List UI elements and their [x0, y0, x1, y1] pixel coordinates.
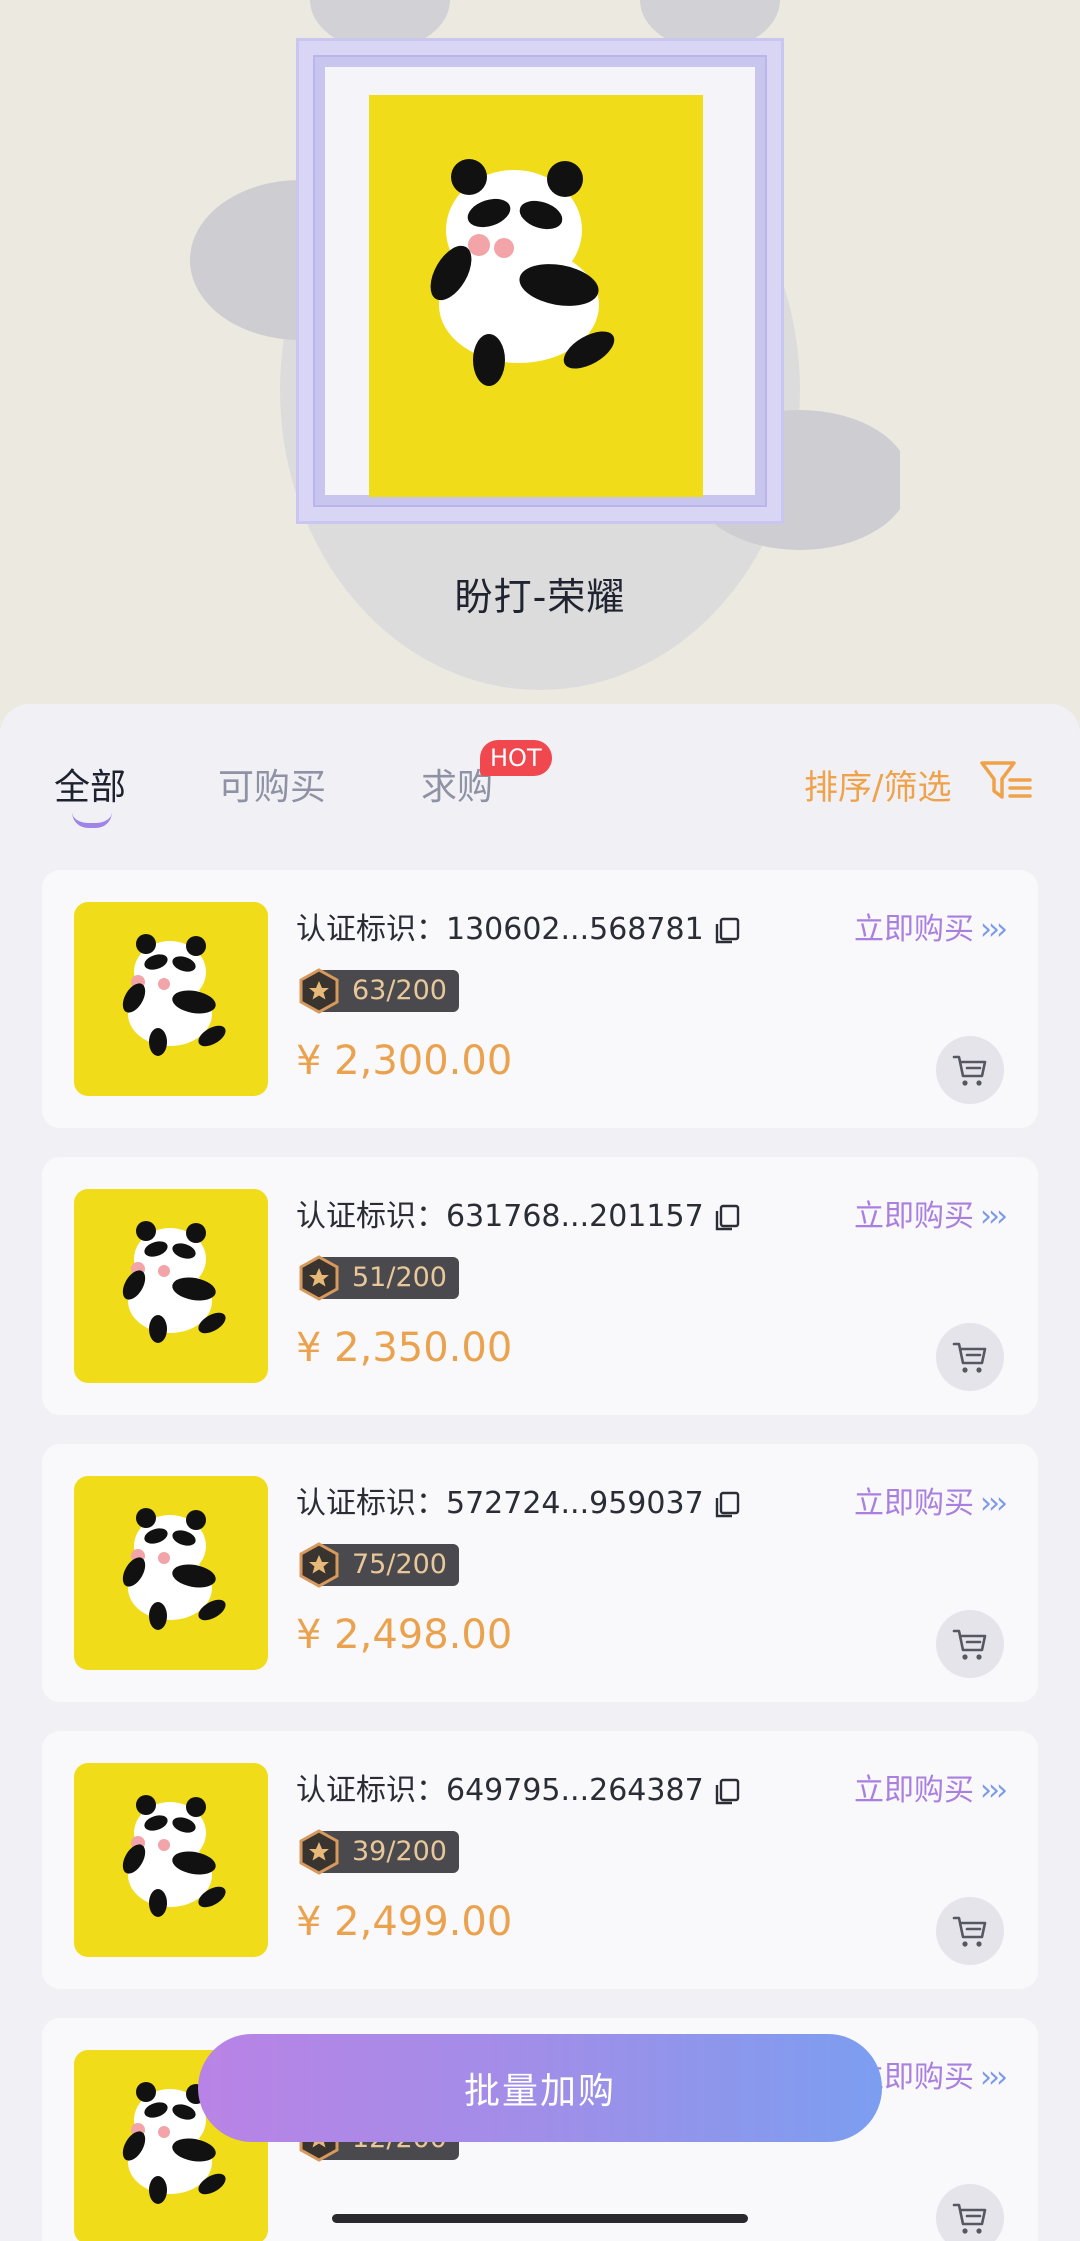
buy-now-link[interactable]: 立即购买 ›››	[854, 1191, 1008, 1235]
active-tab-indicator	[72, 812, 112, 828]
certificate-label: 认证标识：	[296, 1773, 446, 1808]
buy-now-label: 立即购买	[854, 1199, 974, 1234]
cart-icon	[952, 2203, 987, 2234]
panda-thumbnail-illustration	[122, 1508, 226, 1630]
add-to-cart-button[interactable]	[936, 1610, 1004, 1678]
item-thumbnail[interactable]	[74, 1763, 268, 1957]
home-indicator	[332, 2214, 748, 2223]
tab-bar: 全部 可购买 求购 HOT 排序/筛选	[0, 704, 1080, 864]
buy-now-label: 立即购买	[854, 1773, 974, 1808]
buy-now-link[interactable]: 立即购买 ›››	[854, 904, 1008, 948]
hot-badge: HOT	[480, 740, 552, 776]
batch-add-to-cart-button[interactable]: 批量加购	[198, 2034, 882, 2142]
triple-chevron-right-icon: ›››	[980, 1773, 1008, 1808]
item-thumbnail[interactable]	[74, 902, 268, 1096]
certificate-id: 认证标识：631768...201157	[296, 1191, 740, 1235]
tab-purchasable[interactable]: 可购买	[218, 758, 326, 810]
triple-chevron-right-icon: ›››	[980, 1486, 1008, 1521]
add-to-cart-button[interactable]	[936, 1036, 1004, 1104]
item-price: ¥ 2,498.00	[296, 1612, 513, 1658]
add-to-cart-button[interactable]	[936, 2184, 1004, 2241]
certificate-value: 631768...201157	[446, 1199, 704, 1234]
artwork-frame	[296, 38, 784, 524]
item-price: ¥ 2,300.00	[296, 1038, 513, 1084]
cart-icon	[952, 1055, 987, 1086]
panda-illustration	[430, 159, 615, 386]
certificate-label: 认证标识：	[296, 1199, 446, 1234]
add-to-cart-button[interactable]	[936, 1323, 1004, 1391]
item-card[interactable]: 认证标识：572724...959037 立即购买 ››› 75/200 ¥ 2,…	[42, 1444, 1038, 1702]
buy-now-label: 立即购买	[854, 1486, 974, 1521]
panda-thumbnail-illustration	[122, 1795, 226, 1917]
add-to-cart-button[interactable]	[936, 1897, 1004, 1965]
item-card[interactable]: 认证标识：130602...568781 立即购买 ››› 63/200 ¥ 2,…	[42, 870, 1038, 1128]
certificate-id: 认证标识：130602...568781	[296, 904, 740, 948]
certificate-id: 认证标识：572724...959037	[296, 1478, 740, 1522]
artwork-image[interactable]	[369, 95, 703, 497]
item-price: ¥ 2,499.00	[296, 1899, 513, 1945]
buy-now-link[interactable]: 立即购买 ›››	[854, 1478, 1008, 1522]
certificate-value: 130602...568781	[446, 912, 704, 947]
collection-hero: 盼打-荣耀	[0, 0, 1080, 720]
copy-icon[interactable]	[714, 1778, 740, 1806]
certificate-label: 认证标识：	[296, 1486, 446, 1521]
item-thumbnail[interactable]	[74, 1476, 268, 1670]
triple-chevron-right-icon: ›››	[980, 1199, 1008, 1234]
triple-chevron-right-icon: ›››	[980, 2060, 1008, 2095]
cart-icon	[952, 1916, 987, 1947]
panda-thumbnail-illustration	[122, 1221, 226, 1343]
filter-icon[interactable]	[980, 760, 1032, 800]
certificate-value: 572724...959037	[446, 1486, 704, 1521]
collection-title: 盼打-荣耀	[454, 575, 626, 619]
cart-icon	[952, 1342, 987, 1373]
item-card[interactable]: 认证标识：649795...264387 立即购买 ››› 39/200 ¥ 2,…	[42, 1731, 1038, 1989]
tab-all[interactable]: 全部	[54, 758, 126, 810]
copy-icon[interactable]	[714, 1491, 740, 1519]
triple-chevron-right-icon: ›››	[980, 912, 1008, 947]
sort-filter-button[interactable]: 排序/筛选	[804, 760, 951, 809]
star-hexagon-icon	[299, 1829, 339, 1875]
star-hexagon-icon	[299, 968, 339, 1014]
item-price: ¥ 2,350.00	[296, 1325, 513, 1371]
certificate-id: 认证标识：649795...264387	[296, 1765, 740, 1809]
certificate-value: 649795...264387	[446, 1773, 704, 1808]
buy-now-label: 立即购买	[854, 912, 974, 947]
star-hexagon-icon	[299, 1255, 339, 1301]
copy-icon[interactable]	[714, 917, 740, 945]
buy-now-link[interactable]: 立即购买 ›››	[854, 1765, 1008, 1809]
item-card[interactable]: 认证标识：631768...201157 立即购买 ››› 51/200 ¥ 2,…	[42, 1157, 1038, 1415]
panda-thumbnail-illustration	[122, 934, 226, 1056]
star-hexagon-icon	[299, 1542, 339, 1588]
copy-icon[interactable]	[714, 1204, 740, 1232]
certificate-label: 认证标识：	[296, 912, 446, 947]
cart-icon	[952, 1629, 987, 1660]
item-thumbnail[interactable]	[74, 1189, 268, 1383]
